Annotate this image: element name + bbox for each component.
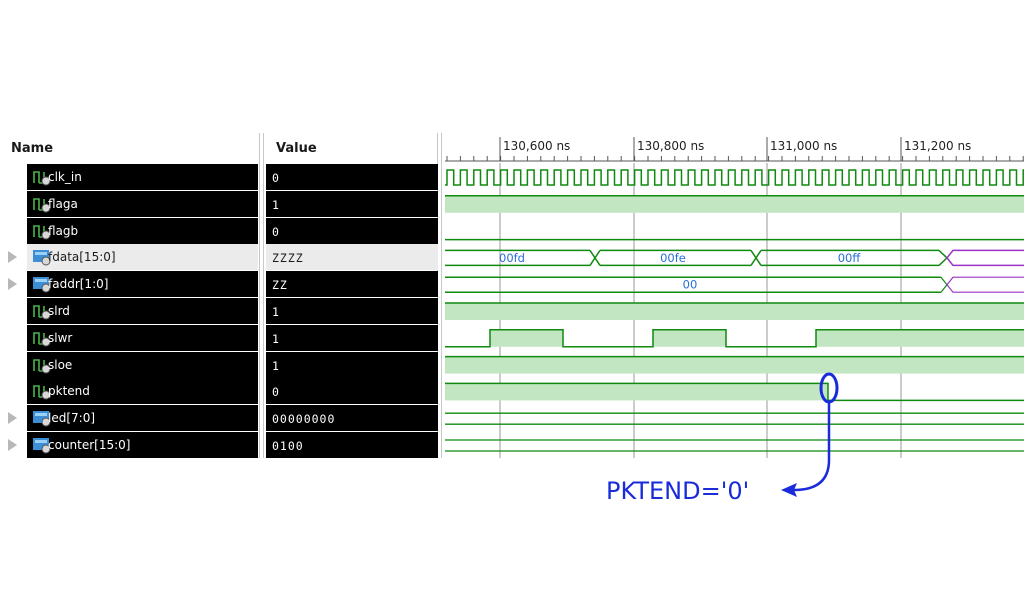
annotation-label: PKTEND='0': [606, 477, 750, 505]
annotation-arrow-line: [793, 402, 831, 492]
highlight-ellipse: [819, 372, 839, 404]
annotation-layer: [781, 372, 839, 497]
